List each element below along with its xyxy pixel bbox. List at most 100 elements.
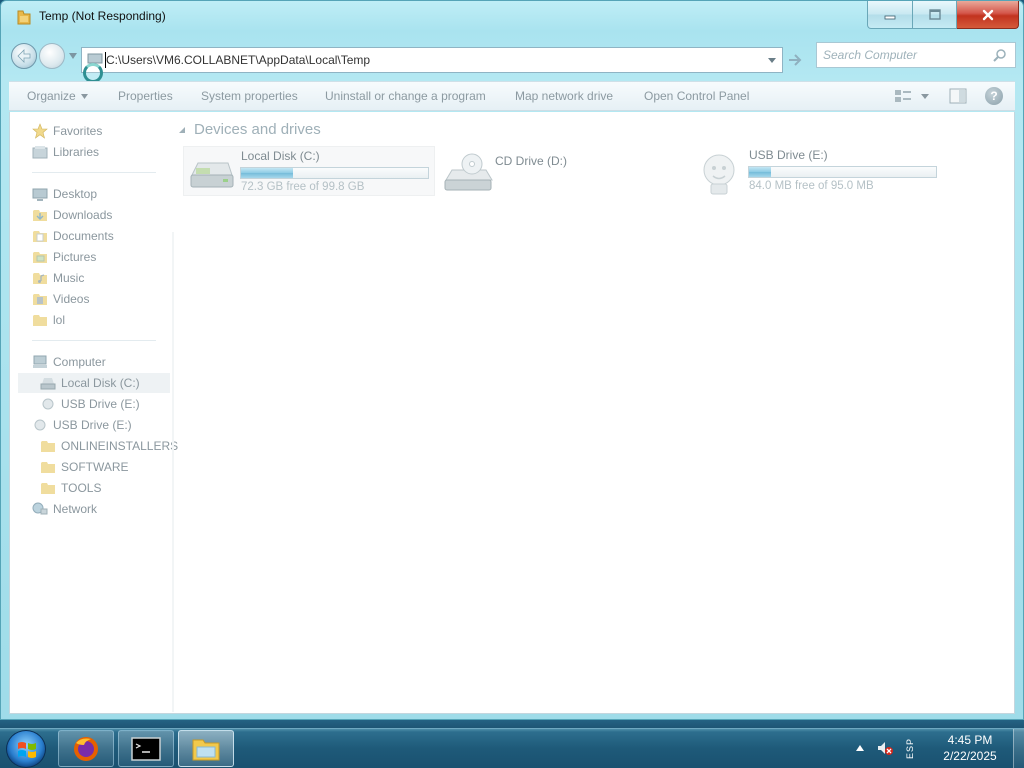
sidebar-item-lol[interactable]: lol <box>32 310 65 330</box>
taskbar-windows-explorer[interactable] <box>178 730 234 767</box>
sidebar-item-usb-drive-sub[interactable]: USB Drive (E:) <box>40 394 140 414</box>
search-input[interactable] <box>817 43 992 67</box>
hard-drive-icon <box>190 162 234 188</box>
sidebar-item-favorites[interactable]: Favorites <box>32 121 102 141</box>
sidebar-item-label: ONLINEINSTALLERS <box>61 439 179 453</box>
drive-tile-local-disk[interactable]: Local Disk (C:) 72.3 GB free of 99.8 GB <box>183 146 435 196</box>
windows-explorer-icon <box>192 739 220 761</box>
caption-buttons <box>867 1 1019 29</box>
organize-button[interactable]: Organize <box>27 89 88 103</box>
title-bar[interactable]: Temp (Not Responding) <box>1 1 1023 35</box>
sidebar-item-label: Documents <box>53 229 114 243</box>
back-button[interactable] <box>11 43 37 69</box>
sidebar-item-computer[interactable]: Computer <box>32 352 106 372</box>
sidebar-item-label: Network <box>53 502 98 516</box>
address-path[interactable]: C:\Users\VM6.COLLABNET\AppData\Local\Tem… <box>106 53 370 67</box>
go-arrow-icon[interactable] <box>784 49 806 71</box>
sidebar-item-pictures[interactable]: Pictures <box>32 247 96 267</box>
forward-button[interactable] <box>39 43 65 69</box>
sidebar-item-software[interactable]: SOFTWARE <box>40 457 129 477</box>
sidebar-item-downloads[interactable]: Downloads <box>32 205 112 225</box>
open-control-panel-button[interactable]: Open Control Panel <box>644 89 749 103</box>
sidebar-item-usb-drive[interactable]: USB Drive (E:) <box>32 415 132 435</box>
back-arrow-icon <box>17 49 31 63</box>
folder-icon <box>17 10 31 25</box>
taskbar: ESP 4:45 PM 2/22/2025 <box>0 728 1024 768</box>
search-icon[interactable] <box>993 48 1007 62</box>
drive-free-space: 84.0 MB free of 95.0 MB <box>749 180 874 192</box>
sidebar-divider <box>32 340 156 341</box>
drive-usage-bar <box>748 166 937 178</box>
videos-folder-icon <box>33 294 47 305</box>
windows-logo-icon <box>18 742 36 758</box>
address-history-chevron-icon[interactable] <box>768 58 776 63</box>
sidebar-item-local-disk[interactable]: Local Disk (C:) <box>18 373 170 393</box>
folder-icon <box>41 483 55 494</box>
taskbar-firefox[interactable] <box>58 730 114 767</box>
sidebar-divider <box>32 172 156 173</box>
drive-tile-cd-drive[interactable]: CD Drive (D:) <box>438 146 690 196</box>
sidebar-item-network[interactable]: Network <box>32 499 97 519</box>
input-language-indicator[interactable]: ESP <box>905 738 915 759</box>
sidebar-item-libraries[interactable]: Libraries <box>32 142 99 162</box>
system-properties-button[interactable]: System properties <box>201 89 298 103</box>
map-network-drive-button[interactable]: Map network drive <box>515 89 613 103</box>
preview-pane-icon[interactable] <box>949 88 967 104</box>
help-icon[interactable]: ? <box>985 87 1003 105</box>
sidebar-item-onlineinstallers[interactable]: ONLINEINSTALLERS <box>40 436 178 456</box>
group-header-devices[interactable]: Devices and drives <box>178 121 321 138</box>
cd-drive-icon <box>444 153 493 191</box>
navigation-pane-scrollbar[interactable] <box>172 232 174 712</box>
firefox-icon <box>74 737 98 761</box>
command-prompt-icon <box>131 737 161 761</box>
minimize-icon <box>884 15 896 19</box>
drive-free-space: 72.3 GB free of 99.8 GB <box>241 181 365 193</box>
network-icon <box>32 502 48 515</box>
content-area: Favorites Libraries Desktop Downloads Do… <box>9 112 1015 714</box>
sidebar-item-label: lol <box>53 313 66 327</box>
downloads-folder-icon <box>33 210 47 221</box>
sidebar-item-label: Computer <box>53 355 106 369</box>
command-bar: Organize Properties System properties Un… <box>9 81 1015 111</box>
search-box[interactable] <box>816 42 1016 68</box>
sidebar-item-desktop[interactable]: Desktop <box>32 184 97 204</box>
drive-name: Local Disk (C:) <box>241 149 320 163</box>
sidebar-item-label: Pictures <box>53 250 97 264</box>
taskbar-command-prompt[interactable] <box>118 730 174 767</box>
drive-name: USB Drive (E:) <box>749 148 828 162</box>
music-folder-icon <box>33 273 47 284</box>
sidebar-item-label: USB Drive (E:) <box>61 397 140 411</box>
sidebar-item-label: Local Disk (C:) <box>61 376 140 390</box>
folder-icon <box>41 441 55 452</box>
change-view-icon[interactable] <box>894 88 912 104</box>
uninstall-program-button[interactable]: Uninstall or change a program <box>325 89 486 103</box>
documents-folder-icon <box>33 231 47 242</box>
start-button[interactable] <box>6 730 46 768</box>
drive-tile-usb-drive[interactable]: USB Drive (E:) 84.0 MB free of 95.0 MB <box>692 146 944 196</box>
system-clock[interactable]: 4:45 PM 2/22/2025 <box>930 732 1010 764</box>
sidebar-item-label: USB Drive (E:) <box>53 418 132 432</box>
clock-date: 2/22/2025 <box>943 749 997 763</box>
close-button[interactable] <box>957 1 1019 29</box>
window-title: Temp (Not Responding) <box>39 9 166 23</box>
sidebar-item-music[interactable]: Music <box>32 268 84 288</box>
drive-usage-bar <box>240 167 429 179</box>
sidebar-item-tools[interactable]: TOOLS <box>40 478 101 498</box>
recent-pages-chevron-icon[interactable] <box>69 53 77 59</box>
minimize-button[interactable] <box>867 1 913 29</box>
view-options-chevron-icon[interactable] <box>921 94 929 99</box>
explorer-window: Temp (Not Responding) C:\Users\VM6.COLLA… <box>0 0 1024 720</box>
busy-cursor-icon <box>83 63 103 83</box>
speaker-muted-icon[interactable] <box>876 739 894 757</box>
maximize-button[interactable] <box>913 1 957 29</box>
sidebar-item-videos[interactable]: Videos <box>32 289 89 309</box>
usb-drive-icon <box>703 154 735 195</box>
properties-button[interactable]: Properties <box>118 89 173 103</box>
show-hidden-icons-icon[interactable] <box>856 745 864 751</box>
folder-icon <box>41 462 55 473</box>
address-bar[interactable]: C:\Users\VM6.COLLABNET\AppData\Local\Tem… <box>81 47 783 73</box>
sidebar-item-documents[interactable]: Documents <box>32 226 114 246</box>
drive-name: CD Drive (D:) <box>495 154 567 168</box>
show-desktop-button[interactable] <box>1013 729 1024 768</box>
sidebar-item-label: Favorites <box>53 124 103 138</box>
